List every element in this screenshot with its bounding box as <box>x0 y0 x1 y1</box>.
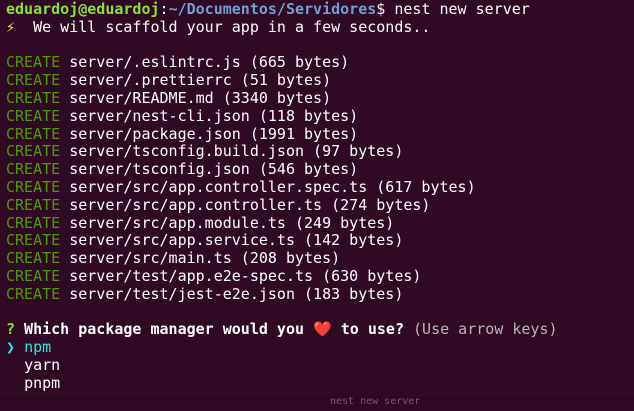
create-line: CREATE server/tsconfig.json (546 bytes) <box>6 160 634 179</box>
create-label: CREATE <box>6 106 61 125</box>
command-text: nest new server <box>385 0 530 18</box>
create-line: CREATE server/src/app.module.ts (249 byt… <box>6 213 634 233</box>
create-line: CREATE server/.eslintrc.js (665 bytes) <box>6 53 634 72</box>
terminal-window[interactable]: eduardoj@eduardoj:~/Documentos/Servidore… <box>0 0 634 407</box>
create-line: CREATE server/nest-cli.json (118 bytes) <box>6 106 634 126</box>
file-entry: server/src/main.ts (208 bytes) <box>60 249 341 268</box>
option-label: npm <box>24 338 52 357</box>
lightning-icon: ⚡ <box>6 17 16 36</box>
scaffold-text: We will scaffold your app in a few secon… <box>15 17 431 36</box>
create-line: CREATE server/.prettierrc (51 bytes) <box>6 71 634 90</box>
create-line: CREATE server/src/main.ts (208 bytes) <box>6 249 634 268</box>
option-npm[interactable]: ❯ npm <box>6 338 634 357</box>
create-label: CREATE <box>6 160 61 179</box>
create-list: CREATE server/.eslintrc.js (665 bytes) C… <box>6 53 634 304</box>
create-label: CREATE <box>6 213 61 232</box>
file-entry: server/tsconfig.json (546 bytes) <box>60 160 359 179</box>
scaffold-message: ⚡ We will scaffold your app in a few sec… <box>6 17 634 37</box>
file-entry: server/.prettierrc (51 bytes) <box>60 71 332 90</box>
create-label: CREATE <box>6 88 61 107</box>
question-mark-icon: ? <box>6 320 16 339</box>
create-label: CREATE <box>6 195 61 214</box>
file-entry: server/package.json (1991 bytes) <box>60 124 359 143</box>
file-entry: server/nest-cli.json (118 bytes) <box>60 106 359 125</box>
package-manager-options[interactable]: ❯ npm yarn pnpm <box>6 338 634 393</box>
file-entry: server/src/app.module.ts (249 bytes) <box>60 213 395 232</box>
create-line: CREATE server/src/app.service.ts (142 by… <box>6 231 634 250</box>
heart-icon: ❤️ <box>313 320 332 339</box>
bottom-bar <box>0 396 634 401</box>
create-line: CREATE server/README.md (3340 bytes) <box>6 88 634 108</box>
question-text-after: to use? <box>331 320 404 339</box>
option-yarn[interactable]: yarn <box>6 355 634 375</box>
option-pnpm[interactable]: pnpm <box>6 373 634 393</box>
create-label: CREATE <box>6 249 61 268</box>
package-manager-question: ? Which package manager would you ❤️ to … <box>6 320 634 339</box>
prompt-line: eduardoj@eduardoj:~/Documentos/Servidore… <box>6 0 634 19</box>
create-label: CREATE <box>6 142 61 161</box>
file-entry: server/src/app.controller.spec.ts (617 b… <box>60 177 476 196</box>
create-line: CREATE server/test/app.e2e-spec.ts (630 … <box>6 266 634 286</box>
file-entry: server/test/jest-e2e.json (183 bytes) <box>60 284 404 303</box>
file-entry: server/src/app.controller.ts (274 bytes) <box>60 195 431 214</box>
file-entry: server/.eslintrc.js (665 bytes) <box>60 53 350 72</box>
file-entry: server/test/app.e2e-spec.ts (630 bytes) <box>60 266 422 285</box>
create-label: CREATE <box>6 124 61 143</box>
create-label: CREATE <box>6 284 61 303</box>
ghost-text: nest new server <box>330 396 421 407</box>
question-text-before: Which package manager would you <box>15 320 314 339</box>
create-line: CREATE server/package.json (1991 bytes) <box>6 124 634 144</box>
create-label: CREATE <box>6 266 61 285</box>
create-label: CREATE <box>6 177 61 196</box>
create-line: CREATE server/src/app.controller.spec.ts… <box>6 177 634 197</box>
file-entry: server/tsconfig.build.json (97 bytes) <box>60 142 404 161</box>
create-line: CREATE server/test/jest-e2e.json (183 by… <box>6 284 634 304</box>
prompt-path: ~/Documentos/Servidores <box>168 0 377 18</box>
pointer-icon: ❯ <box>6 338 16 357</box>
create-line: CREATE server/src/app.controller.ts (274… <box>6 195 634 215</box>
create-line: CREATE server/tsconfig.build.json (97 by… <box>6 142 634 161</box>
option-label: pnpm <box>24 373 61 392</box>
prompt-separator: : <box>159 0 169 18</box>
question-hint: (Use arrow keys) <box>403 320 558 339</box>
file-entry: server/src/app.service.ts (142 bytes) <box>60 231 404 250</box>
option-label: yarn <box>24 355 61 374</box>
create-label: CREATE <box>6 53 61 72</box>
create-label: CREATE <box>6 231 61 250</box>
create-label: CREATE <box>6 71 61 90</box>
file-entry: server/README.md (3340 bytes) <box>60 88 332 107</box>
prompt-symbol: $ <box>376 0 386 18</box>
prompt-user-host: eduardoj@eduardoj <box>6 0 160 18</box>
